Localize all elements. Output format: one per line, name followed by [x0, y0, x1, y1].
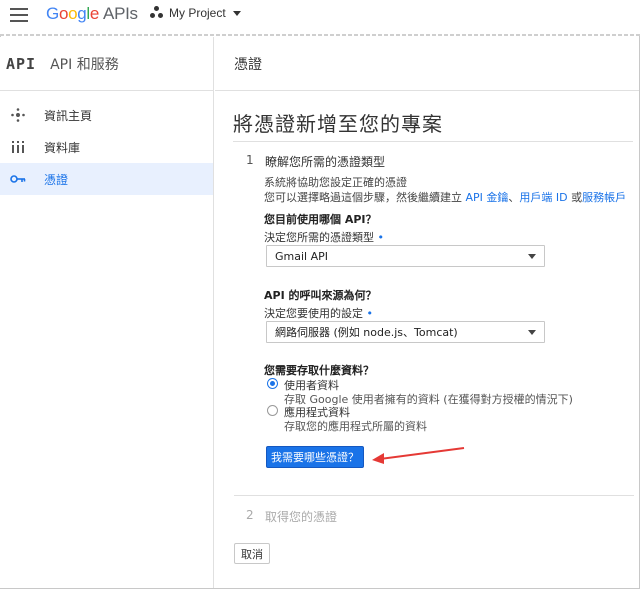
- sidebar-item-dashboard[interactable]: 資訊主頁: [0, 99, 213, 131]
- which-credentials-button[interactable]: 我需要哪些憑證？: [266, 446, 364, 468]
- section-header: 憑證: [215, 37, 639, 91]
- radio-app-data-desc: 存取您的應用程式所屬的資料: [284, 420, 427, 433]
- source-select[interactable]: 網路伺服器 (例如 node.js、Tomcat): [266, 321, 545, 343]
- cancel-button[interactable]: 取消: [234, 543, 270, 564]
- question-api-sub: 決定您所需的憑證類型 •: [264, 231, 384, 244]
- project-selector[interactable]: My Project: [150, 6, 241, 20]
- logo-letter: o: [58, 4, 69, 23]
- logo-letter: G: [46, 4, 59, 23]
- divider: [234, 495, 634, 496]
- logo-suffix: APIs: [103, 4, 138, 23]
- sidebar-item-credentials[interactable]: 憑證: [0, 163, 213, 195]
- sidebar-item-label: 憑證: [44, 172, 69, 187]
- project-name: My Project: [169, 6, 226, 20]
- api-key-link[interactable]: API 金鑰: [466, 191, 509, 204]
- dropdown-arrow-icon: [528, 254, 536, 259]
- step-title: 瞭解您所需的憑證類型: [265, 155, 386, 169]
- torn-edge: [0, 34, 640, 36]
- logo-letter: e: [89, 4, 100, 23]
- service-account-link[interactable]: 服務帳戶: [582, 191, 626, 204]
- sidebar-item-label: 資訊主頁: [44, 108, 93, 123]
- chevron-down-icon: [232, 10, 241, 16]
- source-select-value: 網路伺服器 (例如 node.js、Tomcat): [275, 326, 458, 339]
- dropdown-arrow-icon: [528, 330, 536, 335]
- api-select-value: Gmail API: [275, 249, 328, 263]
- step-description-links: 您可以選擇略過這個步驟，然後繼續建立 API 金鑰、用戶端 ID 或服務帳戶: [264, 189, 626, 205]
- sidebar-item-label: 資料庫: [44, 140, 81, 155]
- step-title: 取得您的憑證: [265, 510, 338, 524]
- google-apis-logo[interactable]: Google APIs: [46, 4, 138, 24]
- divider: [233, 141, 633, 142]
- question-source: API 的呼叫來源為何？: [264, 289, 377, 302]
- api-icon: API: [6, 54, 37, 73]
- step-number: 1: [246, 153, 254, 167]
- step-number: 2: [246, 508, 254, 522]
- sidebar-header: API API 和服務: [0, 37, 213, 91]
- logo-letter: o: [68, 4, 78, 23]
- annotation-arrow-icon: [372, 447, 465, 464]
- top-bar: Google APIs My Project: [0, 0, 640, 36]
- menu-icon[interactable]: [10, 8, 28, 22]
- library-icon: [10, 139, 26, 155]
- dashboard-icon: [10, 107, 26, 123]
- api-select[interactable]: Gmail API: [266, 245, 545, 267]
- radio-user-data[interactable]: [267, 378, 278, 389]
- key-icon: [10, 171, 26, 187]
- question-data: 您需要存取什麼資料？: [264, 364, 374, 377]
- section-title: 憑證: [234, 56, 262, 73]
- question-source-sub: 決定您要使用的設定 •: [264, 307, 373, 320]
- sidebar-item-library[interactable]: 資料庫: [0, 131, 213, 163]
- step-description: 系統將協助您設定正確的憑證: [264, 176, 407, 189]
- desc-text: 、: [508, 191, 520, 204]
- question-api: 您目前使用哪個 API？: [264, 213, 377, 226]
- sidebar-title: API 和服務: [50, 56, 119, 73]
- desc-text: 您可以選擇略過這個步驟，然後繼續建立: [264, 191, 466, 204]
- page-title: 將憑證新增至您的專案: [233, 112, 443, 136]
- desc-text: 或: [567, 191, 583, 204]
- sidebar: API API 和服務 資訊主頁 資料庫 憑證: [0, 37, 214, 588]
- oauth-client-id-link[interactable]: 用戶端 ID: [519, 191, 567, 204]
- radio-app-data[interactable]: [267, 405, 278, 416]
- project-icon: [150, 6, 164, 20]
